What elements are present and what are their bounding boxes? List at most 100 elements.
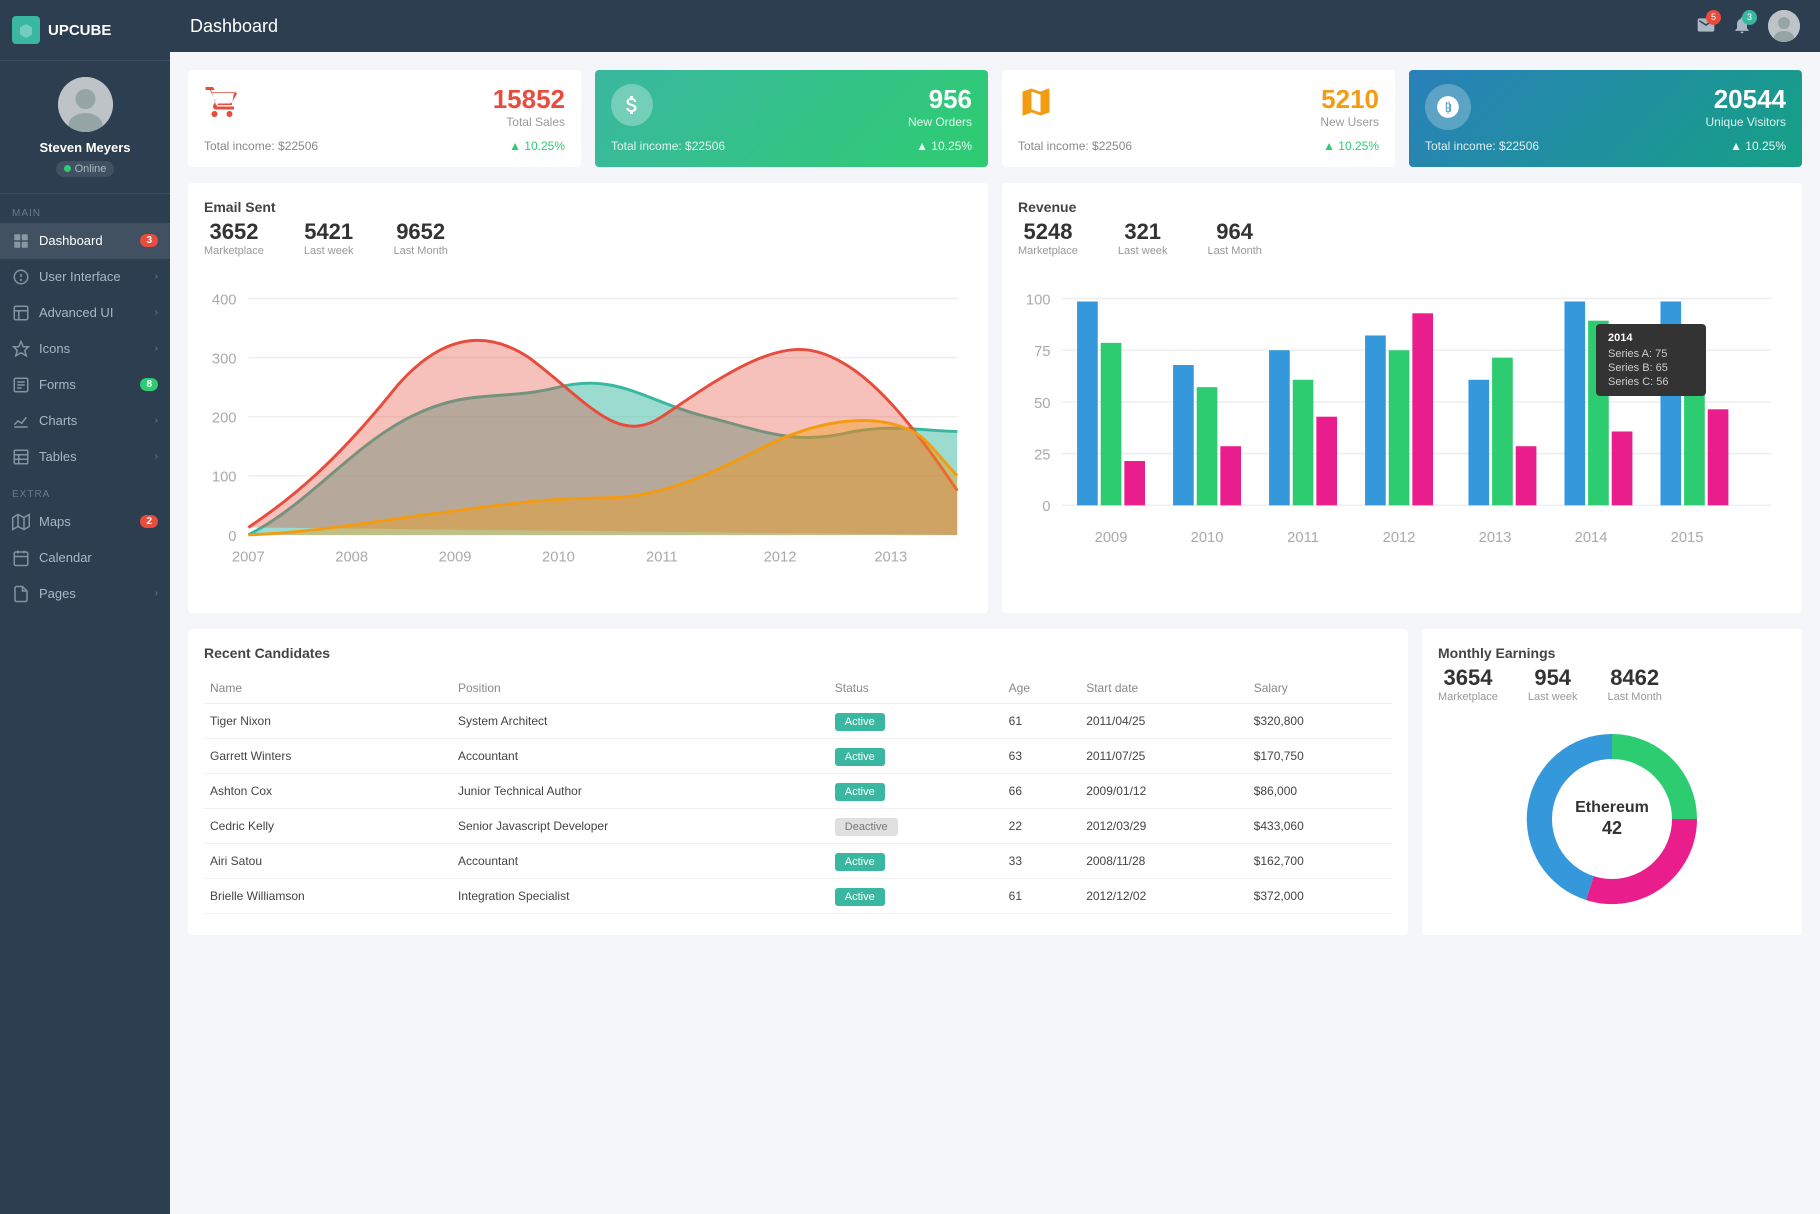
earnings-title: Monthly Earnings — [1438, 645, 1786, 661]
svg-text:Ethereum: Ethereum — [1575, 799, 1649, 816]
sidebar-item-icons[interactable]: Icons › — [0, 331, 170, 367]
page-title: Dashboard — [190, 16, 278, 37]
sidebar-item-user-interface[interactable]: User Interface › — [0, 259, 170, 295]
main-area: Dashboard 5 3 — [170, 0, 1820, 1214]
sidebar-item-label: Icons — [39, 341, 155, 356]
candidates-table: Name Position Status Age Start date Sala… — [204, 673, 1392, 914]
email-lastmonth-stat: 9652 Last Month — [393, 219, 447, 257]
sidebar-item-dashboard[interactable]: Dashboard 3 — [0, 223, 170, 259]
sidebar-item-label: Forms — [39, 377, 140, 392]
earnings-lastmonth-num: 8462 — [1607, 665, 1661, 691]
cell-start-date: 2008/11/28 — [1080, 843, 1248, 878]
cell-position: Integration Specialist — [452, 878, 829, 913]
cell-salary: $86,000 — [1248, 773, 1392, 808]
svg-text:2009: 2009 — [439, 549, 472, 565]
chevron-right-icon: › — [155, 415, 158, 426]
donut-chart-container: Ethereum 42 — [1438, 719, 1786, 919]
cell-position: Accountant — [452, 843, 829, 878]
pages-icon — [12, 585, 30, 603]
tooltip-series-b: Series B: 65 — [1608, 362, 1694, 374]
cell-name: Tiger Nixon — [204, 703, 452, 738]
notifications-button[interactable]: 3 — [1732, 15, 1752, 38]
unique-visitors-growth: ▲ 10.25% — [1730, 139, 1786, 153]
total-sales-income: Total income: $22506 ▲ 10.25% — [204, 139, 565, 153]
topbar-actions: 5 3 — [1696, 10, 1800, 42]
mail-button[interactable]: 5 — [1696, 15, 1716, 38]
earnings-lastweek-stat: 954 Last week — [1528, 665, 1578, 703]
svg-text:2012: 2012 — [1383, 530, 1416, 546]
svg-text:2010: 2010 — [542, 549, 575, 565]
svg-text:2015: 2015 — [1671, 530, 1704, 546]
svg-text:2009: 2009 — [1095, 530, 1128, 546]
box-icon — [1018, 84, 1054, 123]
revenue-marketplace-num: 5248 — [1018, 219, 1078, 245]
cell-name: Brielle Williamson — [204, 878, 452, 913]
cell-position: Senior Javascript Developer — [452, 808, 829, 843]
donut-chart: Ethereum 42 — [1512, 719, 1712, 919]
charts-row: Email Sent 3652 Marketplace 5421 Last we… — [188, 183, 1802, 613]
svg-text:2013: 2013 — [874, 549, 907, 565]
chevron-right-icon: › — [155, 271, 158, 282]
status-badge: Active — [835, 888, 885, 906]
email-lastmonth-num: 9652 — [393, 219, 447, 245]
sidebar-item-tables[interactable]: Tables › — [0, 439, 170, 475]
sidebar-item-maps[interactable]: Maps 2 — [0, 504, 170, 540]
forms-icon — [12, 376, 30, 394]
new-users-income: Total income: $22506 ▲ 10.25% — [1018, 139, 1379, 153]
email-marketplace-label: Marketplace — [204, 245, 264, 257]
cell-age: 61 — [1003, 878, 1081, 913]
sidebar-item-label: Charts — [39, 413, 155, 428]
earnings-card: Monthly Earnings 3654 Marketplace 954 La… — [1422, 629, 1802, 935]
svg-text:75: 75 — [1034, 344, 1050, 360]
revenue-chart-svg-container: 100 75 50 25 0 — [1018, 269, 1786, 597]
email-marketplace-stat: 3652 Marketplace — [204, 219, 264, 257]
calendar-icon — [12, 549, 30, 567]
svg-text:2010: 2010 — [1191, 530, 1224, 546]
email-chart-svg-container: 400 300 200 100 0 — [204, 269, 972, 597]
svg-text:2011: 2011 — [646, 549, 678, 565]
sidebar-item-charts[interactable]: Charts › — [0, 403, 170, 439]
candidates-card: Recent Candidates Name Position Status A… — [188, 629, 1408, 935]
topbar-avatar[interactable] — [1768, 10, 1800, 42]
cell-age: 22 — [1003, 808, 1081, 843]
unique-visitors-number: 20544 — [1425, 84, 1786, 115]
sidebar-item-forms[interactable]: Forms 8 — [0, 367, 170, 403]
status-badge: Active — [835, 713, 885, 731]
dashboard-icon — [12, 232, 30, 250]
content: 15852 Total Sales Total income: $22506 ▲… — [170, 52, 1820, 1214]
email-lastweek-stat: 5421 Last week — [304, 219, 354, 257]
svg-text:200: 200 — [212, 411, 237, 427]
svg-text:2013: 2013 — [1479, 530, 1512, 546]
sidebar-item-label: Tables — [39, 449, 155, 464]
earnings-marketplace-label: Marketplace — [1438, 691, 1498, 703]
status-badge: Active — [835, 783, 885, 801]
notif-badge: 3 — [1742, 10, 1757, 25]
cell-status: Active — [829, 738, 1003, 773]
table-row: Cedric Kelly Senior Javascript Developer… — [204, 808, 1392, 843]
revenue-bar-chart: 100 75 50 25 0 — [1018, 269, 1786, 594]
sidebar-badge-dashboard: 3 — [140, 234, 158, 247]
cell-start-date: 2011/04/25 — [1080, 703, 1248, 738]
sidebar-item-pages[interactable]: Pages › — [0, 576, 170, 612]
svg-text:2008: 2008 — [335, 549, 368, 565]
cell-start-date: 2012/12/02 — [1080, 878, 1248, 913]
cell-status: Active — [829, 703, 1003, 738]
col-name: Name — [204, 673, 452, 704]
sidebar-item-calendar[interactable]: Calendar — [0, 540, 170, 576]
svg-text:0: 0 — [1042, 499, 1050, 515]
sidebar-item-advanced-ui[interactable]: Advanced UI › — [0, 295, 170, 331]
email-chart-stats: 3652 Marketplace 5421 Last week 9652 Las… — [204, 219, 972, 257]
sidebar-item-label: Calendar — [39, 550, 158, 565]
tooltip-series-c: Series C: 56 — [1608, 376, 1694, 388]
revenue-lastweek-label: Last week — [1118, 245, 1168, 257]
charts-icon — [12, 412, 30, 430]
email-area-chart: 400 300 200 100 0 — [204, 269, 972, 594]
email-lastweek-num: 5421 — [304, 219, 354, 245]
svg-text:2011: 2011 — [1287, 530, 1319, 546]
svg-text:2007: 2007 — [232, 549, 265, 565]
revenue-lastweek-num: 321 — [1118, 219, 1168, 245]
sidebar-badge-forms: 8 — [140, 378, 158, 391]
revenue-lastmonth-stat: 964 Last Month — [1207, 219, 1261, 257]
unique-visitors-label: Unique Visitors — [1425, 115, 1786, 129]
new-orders-number: 956 — [611, 84, 972, 115]
